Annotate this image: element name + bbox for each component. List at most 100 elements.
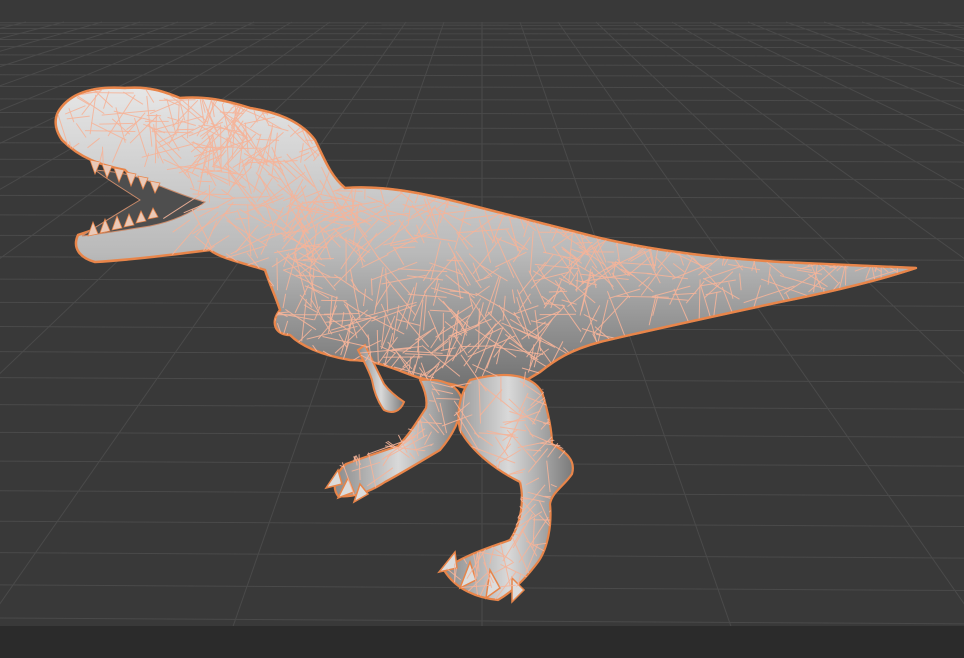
hair-strand: [512, 198, 541, 203]
viewport-status-strip: [0, 626, 964, 658]
hair-strand: [355, 423, 385, 426]
hair-strand: [339, 361, 367, 395]
hair-strand: [879, 222, 885, 239]
hair-strand: [510, 213, 559, 217]
hair-strand: [314, 369, 336, 384]
hair-strand: [863, 296, 889, 333]
hair-strand: [865, 253, 893, 260]
hair-strand: [841, 218, 863, 239]
grid-line: [861, 21, 964, 52]
hair-strand: [267, 291, 273, 324]
grid-line: [709, 21, 964, 144]
hair-strand: [222, 87, 240, 105]
grid-line: [0, 32, 964, 35]
hair-strand: [777, 231, 797, 241]
hair-strand: [457, 471, 496, 505]
hair-strand: [76, 161, 82, 187]
hair-strand: [343, 428, 359, 434]
hair-strand: [735, 239, 758, 257]
hair-strand: [458, 489, 463, 505]
hair-strand: [605, 214, 650, 238]
hair-strand: [449, 459, 468, 462]
hair-strand: [857, 249, 892, 252]
hair-strand: [546, 397, 578, 421]
hair-strand: [872, 205, 877, 239]
hair-strand: [541, 178, 559, 207]
hair-strand: [494, 522, 508, 535]
hair-strand: [260, 345, 263, 394]
hair-strand: [568, 427, 592, 454]
trex-model-icon[interactable]: [48, 52, 940, 628]
hair-strand: [570, 375, 612, 377]
hair-strand: [240, 87, 265, 103]
hair-strand: [588, 169, 597, 204]
hair-strand: [358, 131, 372, 149]
hair-strand: [416, 490, 451, 533]
hair-strand: [549, 579, 565, 601]
hair-strand: [402, 395, 413, 430]
hair-strand: [290, 87, 307, 117]
hair-strand: [433, 518, 466, 548]
hair-strand: [634, 204, 644, 238]
hair-strand: [835, 219, 868, 237]
hair-strand: [276, 257, 278, 291]
hair-strand: [442, 461, 458, 494]
viewport-scene[interactable]: [0, 0, 964, 658]
hair-strand: [824, 231, 840, 236]
hair-strand: [493, 161, 512, 191]
hair-strand: [320, 404, 359, 420]
hair-strand: [508, 490, 514, 515]
grid-line: [823, 21, 964, 68]
3d-viewport[interactable]: [0, 0, 964, 658]
hair-strand: [431, 455, 458, 488]
hair-strand: [589, 204, 621, 210]
hair-strand: [471, 490, 511, 521]
hair-strand: [428, 486, 467, 516]
hair-strand: [464, 449, 475, 476]
hair-strand: [416, 179, 444, 192]
hair-strand: [343, 420, 383, 435]
hair-strand: [176, 128, 194, 131]
hair-strand: [535, 214, 567, 223]
hair-strand: [757, 222, 769, 249]
hair-strand: [461, 492, 480, 535]
hair-strand: [548, 559, 566, 571]
grid-line: [0, 63, 964, 67]
hair-strand: [353, 140, 358, 190]
hair-strand: [418, 476, 455, 483]
grid-line: [0, 46, 964, 49]
hair-strand: [872, 241, 889, 249]
hair-strand: [261, 313, 274, 355]
hair-strand: [413, 390, 425, 414]
hair-strand: [315, 386, 362, 397]
hair-strand: [490, 510, 524, 520]
hair-strand: [316, 128, 356, 134]
hair-strand: [859, 237, 885, 249]
hair-strand: [334, 190, 363, 192]
hair-strand: [782, 244, 802, 248]
hair-strand: [429, 458, 455, 508]
hair-strand: [862, 294, 865, 341]
hair-strand: [243, 288, 267, 294]
hair-strand: [768, 230, 780, 252]
hair-strand: [869, 298, 916, 306]
hair-strand: [197, 180, 212, 183]
hair-strand: [547, 557, 569, 591]
hair-strand: [387, 421, 416, 432]
hair-strand: [159, 99, 196, 101]
hair-strand: [752, 232, 765, 261]
hair-strand: [414, 467, 458, 480]
hair-strand: [387, 420, 397, 434]
hair-strand: [322, 421, 344, 449]
hair-strand: [458, 152, 484, 199]
hair-strand: [393, 246, 416, 249]
hair-strand: [566, 532, 572, 585]
hair-strand: [307, 438, 355, 453]
hair-strand: [880, 250, 882, 292]
hair-strand: [551, 187, 556, 215]
hair-strand: [193, 146, 243, 148]
hair-strand: [542, 387, 559, 390]
hair-strand: [419, 500, 461, 506]
hair-strand: [347, 99, 387, 113]
hair-strand: [551, 404, 564, 434]
